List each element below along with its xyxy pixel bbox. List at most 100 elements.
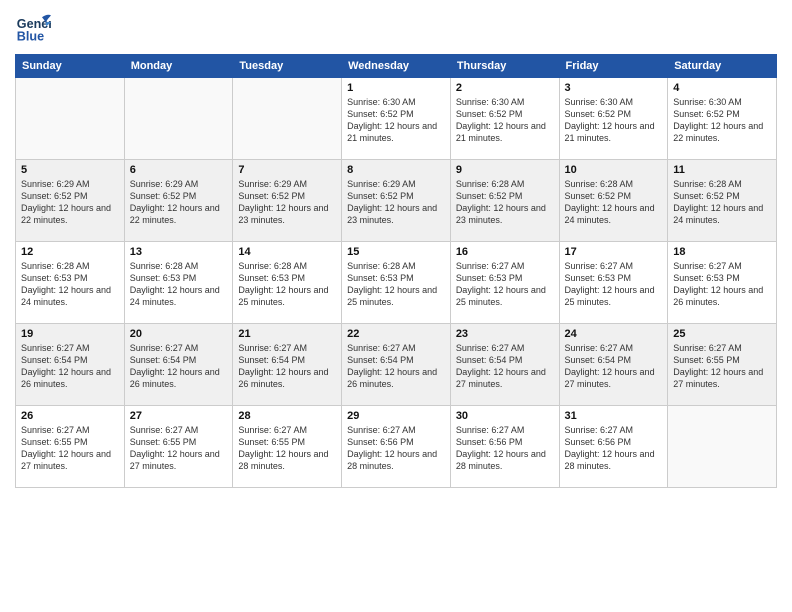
calendar-cell: 15 Sunrise: 6:28 AM Sunset: 6:53 PM Dayli… bbox=[342, 242, 451, 324]
calendar-cell: 23 Sunrise: 6:27 AM Sunset: 6:54 PM Dayli… bbox=[450, 324, 559, 406]
day-number: 26 bbox=[21, 410, 119, 422]
calendar-cell: 20Sunrise: 6:27 AM Sunset: 6:54 PM Dayli… bbox=[124, 324, 233, 406]
calendar-cell: 14 Sunrise: 6:28 AM Sunset: 6:53 PM Dayli… bbox=[233, 242, 342, 324]
day-info: Sunrise: 6:27 AM Sunset: 6:54 PM Dayligh… bbox=[565, 342, 663, 391]
calendar-cell: 3 Sunrise: 6:30 AM Sunset: 6:52 PM Daylig… bbox=[559, 78, 668, 160]
day-info: Sunrise: 6:27 AM Sunset: 6:54 PM Dayligh… bbox=[130, 342, 228, 391]
day-info: Sunrise: 6:30 AM Sunset: 6:52 PM Dayligh… bbox=[673, 96, 771, 145]
day-info: Sunrise: 6:30 AM Sunset: 6:52 PM Dayligh… bbox=[565, 96, 663, 145]
day-number: 9 bbox=[456, 164, 554, 176]
calendar-table: SundayMondayTuesdayWednesdayThursdayFrid… bbox=[15, 54, 777, 488]
day-number: 29 bbox=[347, 410, 445, 422]
day-number: 14 bbox=[238, 246, 336, 258]
day-info: Sunrise: 6:27 AM Sunset: 6:54 PM Dayligh… bbox=[347, 342, 445, 391]
calendar-cell bbox=[124, 78, 233, 160]
week-row-3: 12 Sunrise: 6:28 AM Sunset: 6:53 PM Dayli… bbox=[16, 242, 777, 324]
day-number: 17 bbox=[565, 246, 663, 258]
day-info: Sunrise: 6:28 AM Sunset: 6:53 PM Dayligh… bbox=[130, 260, 228, 309]
calendar-cell: 12 Sunrise: 6:28 AM Sunset: 6:53 PM Dayli… bbox=[16, 242, 125, 324]
day-number: 7 bbox=[238, 164, 336, 176]
day-info: Sunrise: 6:29 AM Sunset: 6:52 PM Dayligh… bbox=[238, 178, 336, 227]
calendar-cell: 11Sunrise: 6:28 AM Sunset: 6:52 PM Dayli… bbox=[668, 160, 777, 242]
calendar-cell: 17Sunrise: 6:27 AM Sunset: 6:53 PM Dayli… bbox=[559, 242, 668, 324]
day-number: 25 bbox=[673, 328, 771, 340]
logo: General Blue bbox=[15, 10, 51, 46]
day-number: 13 bbox=[130, 246, 228, 258]
calendar-cell bbox=[668, 406, 777, 488]
day-info: Sunrise: 6:29 AM Sunset: 6:52 PM Dayligh… bbox=[130, 178, 228, 227]
calendar-cell: 29 Sunrise: 6:27 AM Sunset: 6:56 PM Dayli… bbox=[342, 406, 451, 488]
day-number: 22 bbox=[347, 328, 445, 340]
calendar-cell: 19Sunrise: 6:27 AM Sunset: 6:54 PM Dayli… bbox=[16, 324, 125, 406]
day-number: 31 bbox=[565, 410, 663, 422]
calendar-cell: 27 Sunrise: 6:27 AM Sunset: 6:55 PM Dayli… bbox=[124, 406, 233, 488]
calendar-cell: 8 Sunrise: 6:29 AM Sunset: 6:52 PM Daylig… bbox=[342, 160, 451, 242]
day-number: 16 bbox=[456, 246, 554, 258]
weekday-saturday: Saturday bbox=[668, 55, 777, 78]
calendar-cell: 9 Sunrise: 6:28 AM Sunset: 6:52 PM Daylig… bbox=[450, 160, 559, 242]
calendar-cell: 10 Sunrise: 6:28 AM Sunset: 6:52 PM Dayli… bbox=[559, 160, 668, 242]
day-number: 15 bbox=[347, 246, 445, 258]
day-info: Sunrise: 6:28 AM Sunset: 6:52 PM Dayligh… bbox=[456, 178, 554, 227]
day-info: Sunrise: 6:28 AM Sunset: 6:53 PM Dayligh… bbox=[238, 260, 336, 309]
day-number: 5 bbox=[21, 164, 119, 176]
day-number: 10 bbox=[565, 164, 663, 176]
day-number: 18 bbox=[673, 246, 771, 258]
day-info: Sunrise: 6:30 AM Sunset: 6:52 PM Dayligh… bbox=[456, 96, 554, 145]
day-info: Sunrise: 6:28 AM Sunset: 6:52 PM Dayligh… bbox=[565, 178, 663, 227]
calendar-cell: 24Sunrise: 6:27 AM Sunset: 6:54 PM Dayli… bbox=[559, 324, 668, 406]
day-info: Sunrise: 6:27 AM Sunset: 6:54 PM Dayligh… bbox=[456, 342, 554, 391]
calendar-cell: 31 Sunrise: 6:27 AM Sunset: 6:56 PM Dayli… bbox=[559, 406, 668, 488]
calendar-cell bbox=[16, 78, 125, 160]
weekday-wednesday: Wednesday bbox=[342, 55, 451, 78]
calendar-cell: 2Sunrise: 6:30 AM Sunset: 6:52 PM Daylig… bbox=[450, 78, 559, 160]
day-number: 8 bbox=[347, 164, 445, 176]
calendar-cell: 16 Sunrise: 6:27 AM Sunset: 6:53 PM Dayli… bbox=[450, 242, 559, 324]
day-info: Sunrise: 6:27 AM Sunset: 6:53 PM Dayligh… bbox=[673, 260, 771, 309]
day-info: Sunrise: 6:27 AM Sunset: 6:55 PM Dayligh… bbox=[673, 342, 771, 391]
calendar-cell: 13 Sunrise: 6:28 AM Sunset: 6:53 PM Dayli… bbox=[124, 242, 233, 324]
day-info: Sunrise: 6:27 AM Sunset: 6:56 PM Dayligh… bbox=[456, 424, 554, 473]
week-row-4: 19Sunrise: 6:27 AM Sunset: 6:54 PM Dayli… bbox=[16, 324, 777, 406]
day-info: Sunrise: 6:29 AM Sunset: 6:52 PM Dayligh… bbox=[347, 178, 445, 227]
calendar-cell: 1Sunrise: 6:30 AM Sunset: 6:52 PM Daylig… bbox=[342, 78, 451, 160]
day-info: Sunrise: 6:29 AM Sunset: 6:52 PM Dayligh… bbox=[21, 178, 119, 227]
weekday-sunday: Sunday bbox=[16, 55, 125, 78]
weekday-monday: Monday bbox=[124, 55, 233, 78]
day-number: 30 bbox=[456, 410, 554, 422]
day-info: Sunrise: 6:27 AM Sunset: 6:54 PM Dayligh… bbox=[21, 342, 119, 391]
day-number: 1 bbox=[347, 82, 445, 94]
calendar-cell: 26 Sunrise: 6:27 AM Sunset: 6:55 PM Dayli… bbox=[16, 406, 125, 488]
day-info: Sunrise: 6:27 AM Sunset: 6:55 PM Dayligh… bbox=[238, 424, 336, 473]
header: General Blue bbox=[15, 10, 777, 46]
calendar-cell: 22 Sunrise: 6:27 AM Sunset: 6:54 PM Dayli… bbox=[342, 324, 451, 406]
svg-text:Blue: Blue bbox=[17, 30, 44, 44]
day-number: 28 bbox=[238, 410, 336, 422]
day-number: 27 bbox=[130, 410, 228, 422]
day-number: 12 bbox=[21, 246, 119, 258]
weekday-thursday: Thursday bbox=[450, 55, 559, 78]
day-number: 21 bbox=[238, 328, 336, 340]
day-info: Sunrise: 6:28 AM Sunset: 6:53 PM Dayligh… bbox=[347, 260, 445, 309]
calendar-cell: 21Sunrise: 6:27 AM Sunset: 6:54 PM Dayli… bbox=[233, 324, 342, 406]
page: General Blue SundayMondayTuesdayWednesda… bbox=[0, 0, 792, 612]
day-number: 23 bbox=[456, 328, 554, 340]
weekday-header-row: SundayMondayTuesdayWednesdayThursdayFrid… bbox=[16, 55, 777, 78]
week-row-5: 26 Sunrise: 6:27 AM Sunset: 6:55 PM Dayli… bbox=[16, 406, 777, 488]
calendar-cell: 4Sunrise: 6:30 AM Sunset: 6:52 PM Daylig… bbox=[668, 78, 777, 160]
day-info: Sunrise: 6:28 AM Sunset: 6:53 PM Dayligh… bbox=[21, 260, 119, 309]
week-row-2: 5 Sunrise: 6:29 AM Sunset: 6:52 PM Daylig… bbox=[16, 160, 777, 242]
week-row-1: 1 Sunrise: 6:30 AM Sunset: 6:52 PM Daylig… bbox=[16, 78, 777, 160]
weekday-friday: Friday bbox=[559, 55, 668, 78]
calendar-cell: 18 Sunrise: 6:27 AM Sunset: 6:53 PM Dayli… bbox=[668, 242, 777, 324]
day-info: Sunrise: 6:27 AM Sunset: 6:53 PM Dayligh… bbox=[456, 260, 554, 309]
day-number: 6 bbox=[130, 164, 228, 176]
logo-icon: General Blue bbox=[15, 10, 51, 46]
day-info: Sunrise: 6:27 AM Sunset: 6:56 PM Dayligh… bbox=[565, 424, 663, 473]
day-number: 3 bbox=[565, 82, 663, 94]
day-info: Sunrise: 6:27 AM Sunset: 6:55 PM Dayligh… bbox=[21, 424, 119, 473]
day-info: Sunrise: 6:27 AM Sunset: 6:55 PM Dayligh… bbox=[130, 424, 228, 473]
day-info: Sunrise: 6:27 AM Sunset: 6:56 PM Dayligh… bbox=[347, 424, 445, 473]
calendar-cell: 6 Sunrise: 6:29 AM Sunset: 6:52 PM Daylig… bbox=[124, 160, 233, 242]
calendar-cell bbox=[233, 78, 342, 160]
